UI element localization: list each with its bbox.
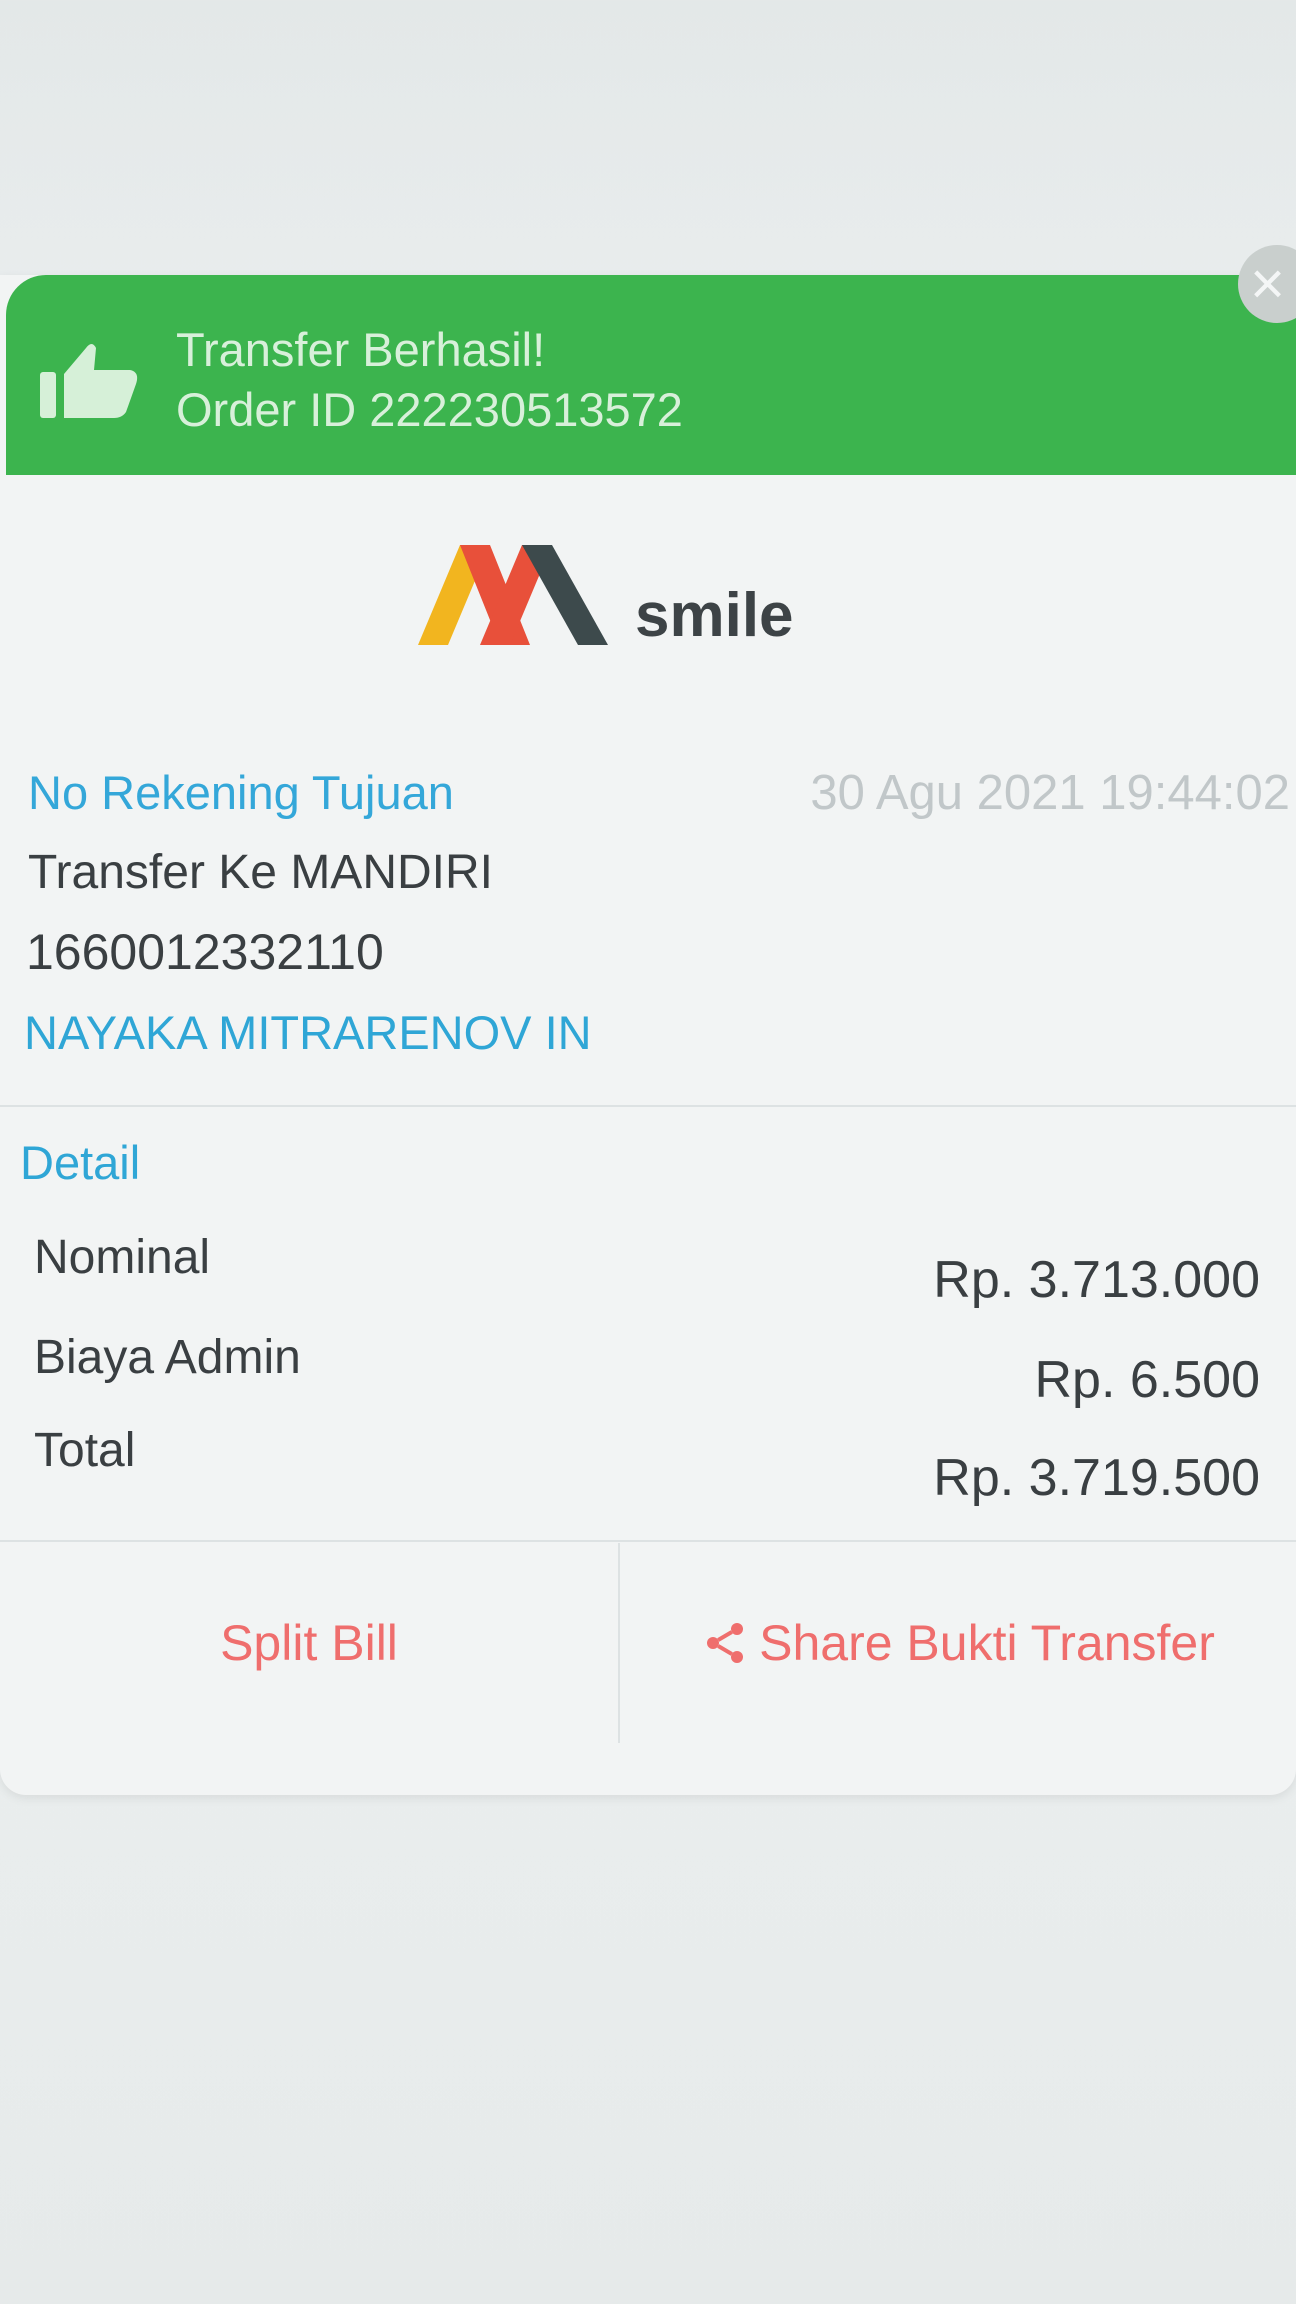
- total-value: Rp. 3.719.500: [933, 1449, 1260, 1507]
- nominal-label: Nominal: [34, 1231, 211, 1284]
- share-transfer-label: Share Bukti Transfer: [759, 1615, 1215, 1671]
- transaction-timestamp: 30 Agu 2021 19:44:02: [810, 766, 1290, 820]
- success-title: Transfer Berhasil!: [176, 323, 546, 376]
- destination-account-number: 1660012332110: [26, 924, 384, 980]
- share-transfer-button[interactable]: Share Bukti Transfer: [620, 1543, 1296, 1743]
- section-divider: [0, 1105, 1296, 1107]
- share-icon: [707, 1623, 744, 1663]
- transfer-receipt-card: Transfer Berhasil! Order ID 222230513572…: [0, 245, 1296, 1795]
- destination-account-name: NAYAKA MITRARENOV IN: [24, 1006, 592, 1059]
- destination-bank: Transfer Ke MANDIRI: [28, 846, 493, 899]
- total-label: Total: [34, 1424, 136, 1477]
- split-bill-button[interactable]: Split Bill: [0, 1543, 618, 1743]
- split-bill-label: Split Bill: [220, 1615, 398, 1671]
- order-id: Order ID 222230513572: [176, 383, 683, 436]
- detail-heading: Detail: [20, 1136, 141, 1189]
- nominal-value: Rp. 3.713.000: [933, 1251, 1260, 1309]
- success-message: Transfer Berhasil! Order ID 222230513572: [176, 320, 683, 440]
- actions-divider: [0, 1540, 1296, 1542]
- thumbs-up-icon: [40, 344, 138, 418]
- admin-fee-label: Biaya Admin: [34, 1331, 301, 1384]
- success-banner: Transfer Berhasil! Order ID 222230513572: [6, 275, 1296, 475]
- logo-wordmark: smile: [635, 581, 794, 650]
- destination-account-label: No Rekening Tujuan: [28, 766, 454, 819]
- admin-fee-value: Rp. 6.500: [1034, 1351, 1261, 1409]
